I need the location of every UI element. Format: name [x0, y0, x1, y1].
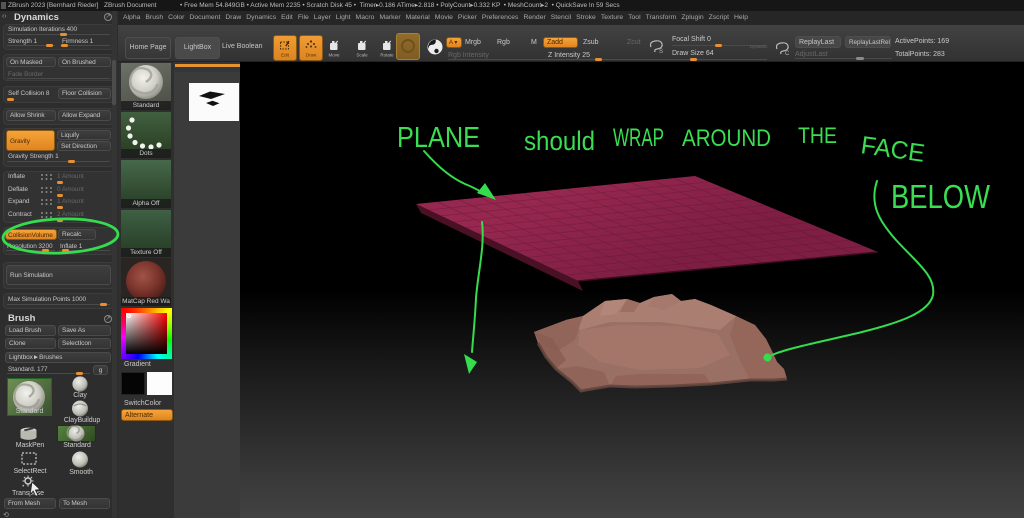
svg-text:Draw: Draw — [306, 53, 317, 58]
svg-text:C: C — [785, 51, 790, 56]
svg-text:Move: Move — [328, 53, 340, 58]
svg-text:Edit: Edit — [281, 53, 290, 58]
svg-text:S: S — [659, 49, 663, 54]
svg-text:Rotate: Rotate — [380, 53, 394, 58]
svg-text:Scale: Scale — [356, 53, 368, 58]
